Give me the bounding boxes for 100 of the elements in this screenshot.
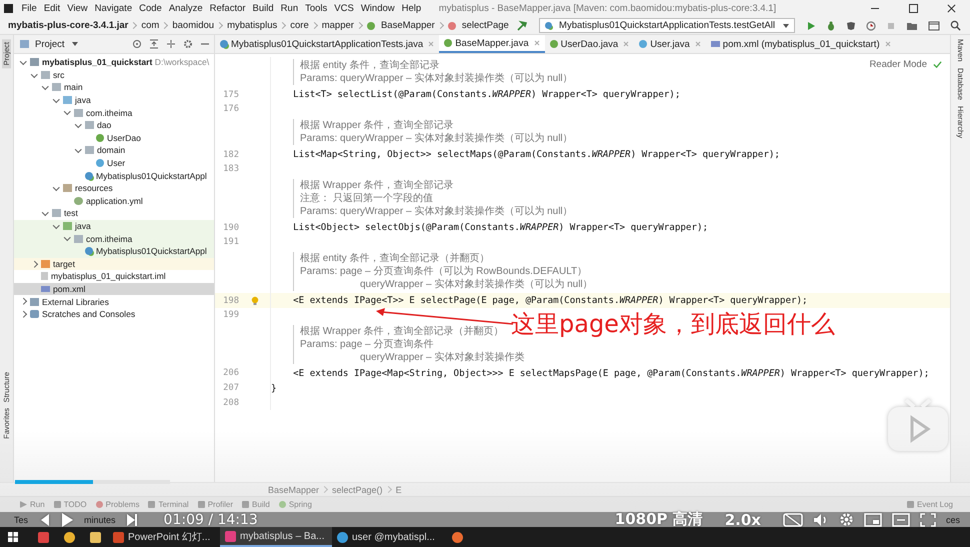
tree-item[interactable]: pom.xml (14, 282, 214, 296)
widescreen-icon[interactable] (892, 512, 910, 526)
tree-item[interactable]: target (14, 258, 214, 270)
status-text: ces (946, 514, 960, 524)
caret-icon (72, 42, 78, 46)
app-icon (38, 532, 48, 542)
code-line: List<T> selectList(@Param(Constants.WRAPPER) Wrapper<T> queryWrapper); (292, 89, 680, 100)
clock-icon[interactable] (866, 20, 876, 30)
reader-mode-link[interactable]: Reader Mode (869, 59, 927, 70)
menu-item[interactable]: VCS (330, 3, 358, 14)
lightbulb-icon[interactable] (250, 296, 258, 306)
run-icon[interactable] (806, 20, 816, 30)
breadcrumb-item[interactable]: com (141, 20, 160, 31)
doc-line: Params: page – 分页查询条件（可以为 RowBounds.DEFAULT） (300, 264, 588, 278)
breadcrumb-item[interactable]: mybatisplus (227, 20, 278, 31)
taskbar-app[interactable]: PowerPoint 幻灯... (108, 527, 220, 547)
run-configuration-dropdown[interactable]: Mybatisplus01QuickstartApplicationTests.testGetAll (539, 18, 795, 33)
tree-item[interactable]: dao (14, 118, 214, 132)
line-number: 175 (222, 90, 239, 100)
menu-item[interactable]: Navigate (91, 3, 136, 14)
tree-item[interactable]: mybatisplus_01_quickstart.iml (14, 270, 214, 283)
breadcrumb-item[interactable]: selectPage (448, 20, 509, 31)
menu-item[interactable]: Code (136, 3, 166, 14)
tree-item[interactable]: Mybatisplus01QuickstartAppl (14, 244, 214, 258)
menu-item[interactable]: Window (357, 3, 398, 14)
menu-item[interactable]: Refactor (206, 3, 250, 14)
tree-item[interactable]: Scratches and Consoles (14, 308, 214, 320)
menu-item[interactable]: Run (277, 3, 302, 14)
menu-item[interactable]: Tools (302, 3, 331, 14)
collapse-all-icon[interactable] (149, 39, 159, 49)
editor-tab[interactable]: UserDao.java (544, 35, 634, 53)
doc-line: 注意： 只返回第一个字段的值 (300, 192, 434, 205)
line-number: 182 (222, 150, 239, 160)
subtitles-off-icon[interactable] (782, 512, 803, 526)
tree-item[interactable]: application.yml (14, 194, 214, 208)
tree-item[interactable]: java (14, 220, 214, 232)
window-icon[interactable] (928, 20, 940, 30)
class-icon (85, 247, 93, 256)
doc-line: 根据 Wrapper 条件，查询全部记录 (300, 118, 455, 132)
folder-icon (41, 260, 50, 268)
doc-line: Params: queryWrapper – 实体对象封装操作类（可以为 null） (300, 72, 573, 86)
tv-logo-icon (888, 399, 948, 451)
breadcrumb-item[interactable]: baomidou (172, 20, 214, 31)
app-icon (113, 532, 124, 542)
tree-item[interactable]: domain (14, 144, 214, 157)
tree-item[interactable]: External Libraries (14, 295, 214, 308)
play-icon (20, 501, 27, 508)
interface-icon (550, 40, 558, 48)
editor-tab[interactable]: User.java (634, 35, 706, 53)
next-icon[interactable] (126, 512, 138, 526)
code-line: List<Map<String, Object>> selectMaps(@Param(Constants.WRAPPER) Wrapper<T> queryWrapper); (292, 149, 780, 160)
breadcrumb-item[interactable]: mapper (322, 20, 354, 31)
menu-item[interactable]: Edit (40, 3, 64, 14)
bug-icon[interactable] (826, 20, 836, 30)
taskbar-app[interactable]: user @mybatispl... (332, 527, 444, 547)
menu-item[interactable]: Build (249, 3, 278, 14)
tree-item[interactable]: main (14, 81, 214, 94)
taskbar-app[interactable]: mybatisplus – Ba... (220, 527, 332, 547)
tree-item[interactable]: User (14, 156, 214, 170)
tree-item[interactable]: UserDao (14, 132, 214, 144)
menu-item[interactable]: Analyze (165, 3, 206, 14)
tree-item[interactable]: mybatisplus_01_quickstart D:\workspace\ (14, 56, 214, 69)
expand-all-icon[interactable] (166, 39, 176, 49)
breadcrumb-item[interactable]: core (290, 20, 309, 31)
tree-item[interactable]: src (14, 68, 214, 82)
line-number: 206 (222, 368, 239, 378)
tree-item[interactable]: com.itheima (14, 106, 214, 119)
fullscreen-icon[interactable] (920, 512, 936, 526)
picture-in-picture-icon[interactable] (864, 512, 882, 526)
tree-item[interactable]: com.itheima (14, 232, 214, 245)
tree-item[interactable]: Mybatisplus01QuickstartAppl (14, 169, 214, 182)
menu-item[interactable]: File (18, 3, 40, 14)
windows-logo-icon[interactable] (8, 532, 18, 542)
doc-line: Params: queryWrapper – 实体对象封装操作类（可以为 null） (300, 204, 573, 218)
tree-item[interactable]: test (14, 207, 214, 220)
class-icon (220, 40, 228, 48)
breadcrumb-item[interactable]: mybatis-plus-core-3.4.1.jar (8, 20, 128, 31)
editor-tab[interactable]: Mybatisplus01QuickstartApplicationTests.java (215, 35, 440, 53)
line-number: 190 (222, 222, 239, 233)
play-icon[interactable] (60, 512, 74, 528)
tree-item[interactable]: java (14, 94, 214, 106)
project-view-dropdown[interactable]: Project (20, 38, 78, 50)
menu-item[interactable]: View (64, 3, 92, 14)
line-number: 199 (222, 310, 239, 320)
code-line: <E extends IPage<Map<String, Object>>> E selectMapsPage(E page, @Param(Constants.WRAPPER) Wrapper<T> queryWrapper); (292, 368, 930, 379)
search-icon[interactable] (950, 20, 961, 31)
menu-item[interactable]: Help (398, 3, 425, 14)
progress-track[interactable] (15, 480, 170, 484)
editor-tab[interactable]: pom.xml (mybatisplus_01_quickstart) (706, 35, 896, 53)
breadcrumb-item[interactable]: BaseMapper (366, 20, 435, 31)
editor-tab[interactable]: BaseMapper.java (439, 35, 545, 53)
folder-icon[interactable] (906, 20, 918, 30)
shield-icon[interactable] (846, 20, 856, 30)
crosshair-icon[interactable] (132, 39, 142, 49)
line-number: 176 (222, 104, 239, 114)
package-icon (85, 146, 94, 154)
status-text: minutes (84, 514, 116, 524)
tree-item[interactable]: resources (14, 182, 214, 195)
settings-icon[interactable] (183, 39, 193, 49)
line-number: 198 (222, 296, 239, 306)
